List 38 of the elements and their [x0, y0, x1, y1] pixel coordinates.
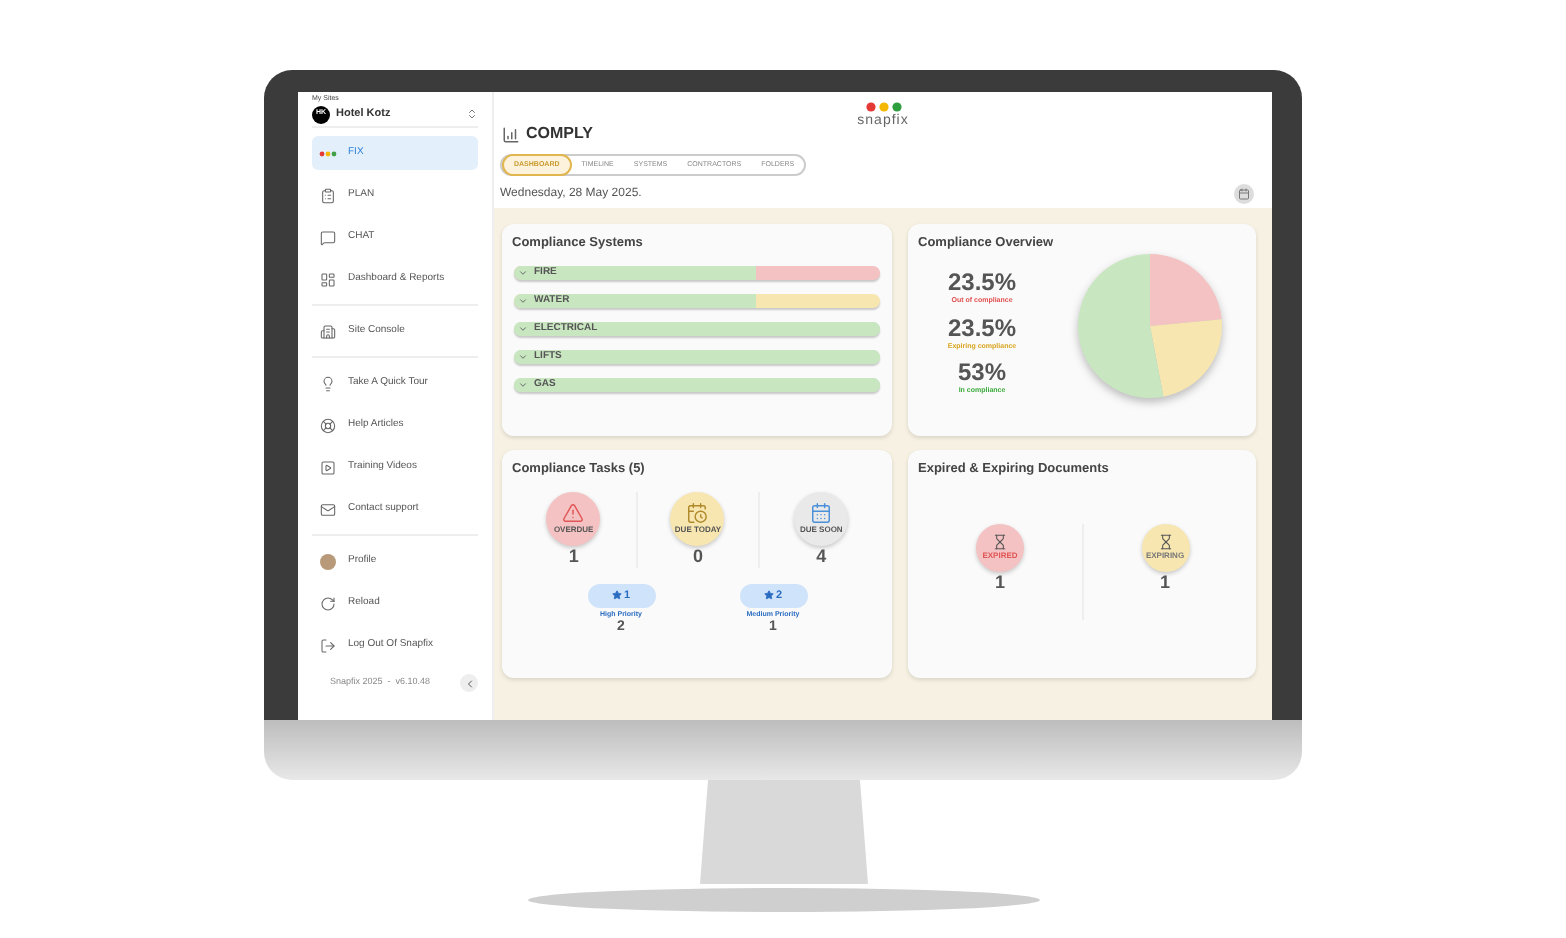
chevron-icon [518, 295, 528, 306]
stat-value: 53% [957, 359, 1007, 386]
chart-icon [502, 125, 520, 143]
chevron-left-icon [463, 677, 475, 689]
chevron-icon [518, 323, 528, 334]
chevron-icon [518, 351, 528, 362]
dots-icon [318, 149, 338, 157]
hourglass-icon [992, 534, 1008, 551]
count-text: 0 [692, 545, 703, 568]
page-title: COMPLY [526, 122, 593, 146]
star-icon [763, 590, 774, 601]
stat-value: 23.5% [947, 270, 1017, 297]
count-text: 1 [568, 545, 579, 568]
mail-icon [320, 501, 336, 517]
calendar-clock-icon [686, 502, 709, 525]
logo-dots-icon [865, 102, 901, 112]
logout-icon [320, 637, 336, 653]
clipboard-icon [320, 187, 336, 203]
hourglass-icon [1157, 534, 1173, 551]
video-icon [320, 459, 336, 475]
help-icon [320, 417, 336, 433]
lightbulb-icon [320, 375, 336, 391]
calendar-icon [810, 502, 833, 525]
avatar-icon [320, 553, 336, 569]
count-text: 4 [816, 545, 827, 568]
warning-icon [562, 502, 585, 525]
building-icon [320, 323, 336, 339]
stat-value: 23.5% [947, 315, 1016, 342]
dashboard-icon [320, 271, 336, 287]
count-text: 1 [994, 571, 1005, 594]
chevron-icon [518, 379, 528, 390]
calendar-button[interactable] [1234, 184, 1254, 204]
star-icon [611, 590, 622, 601]
count-text: 1 [1159, 571, 1170, 594]
chat-icon [320, 229, 336, 245]
collapse-button[interactable] [460, 674, 478, 692]
chevron-icon [518, 267, 528, 278]
reload-icon [320, 595, 336, 611]
